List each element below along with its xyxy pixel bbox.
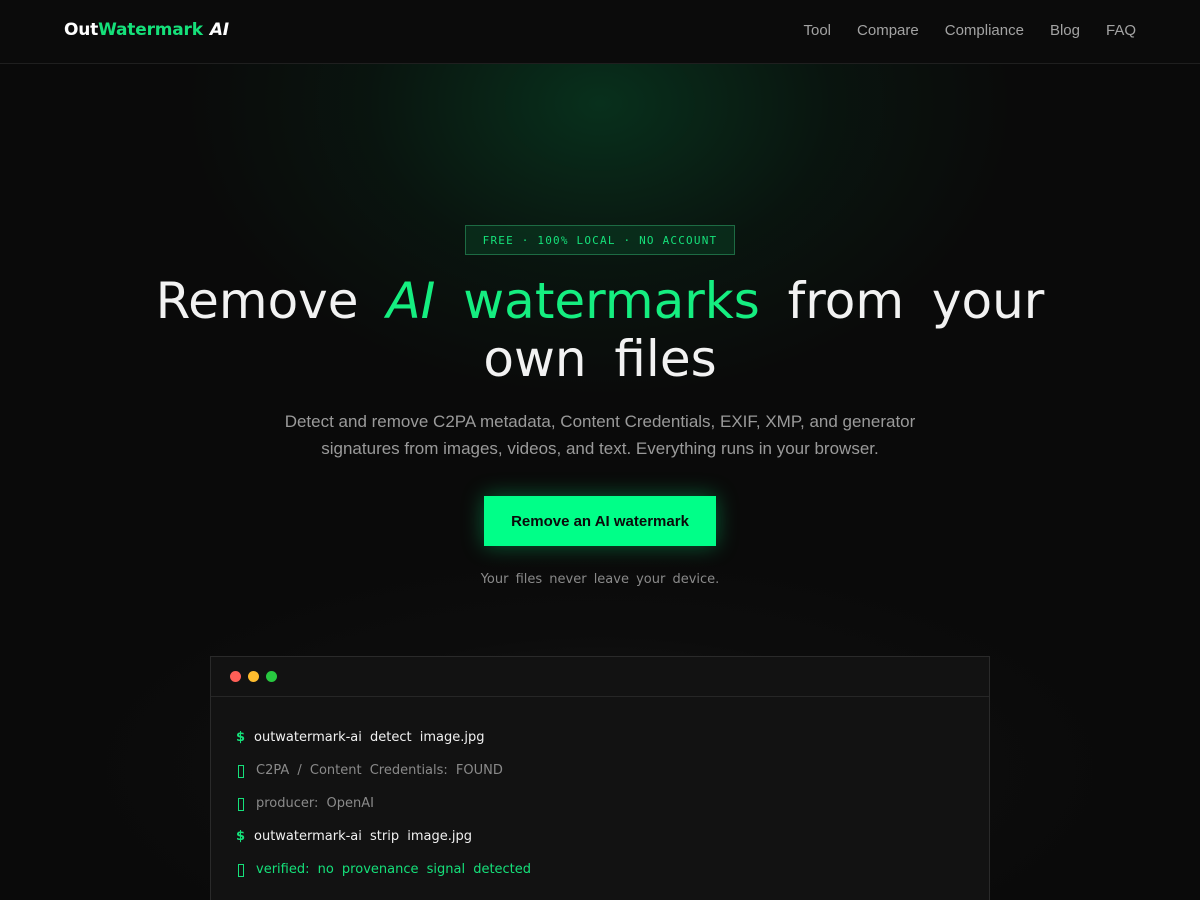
terminal-titlebar bbox=[211, 657, 989, 697]
hero-subtitle: Detect and remove C2PA metadata, Content… bbox=[284, 412, 916, 458]
nav-link-blog[interactable]: Blog bbox=[1050, 22, 1080, 39]
logo-text-ai: AI bbox=[209, 20, 229, 40]
site-logo[interactable]: OutWatermark AI bbox=[64, 20, 229, 40]
site-header: OutWatermark AI Tool Compare Compliance B… bbox=[0, 0, 1200, 64]
hero-title-highlight-ai: AI bbox=[386, 272, 436, 330]
nav-link-tool[interactable]: Tool bbox=[804, 22, 832, 39]
terminal-line: verified: no provenance signal detected bbox=[236, 862, 989, 895]
hero-title-part1: Remove bbox=[155, 272, 387, 330]
terminal-line-text: outwatermark-ai strip image.jpg bbox=[254, 829, 472, 844]
minimize-dot-icon bbox=[248, 671, 259, 682]
terminal-line: producer: OpenAI bbox=[236, 796, 989, 829]
terminal-line-text: outwatermark-ai detect image.jpg bbox=[254, 730, 485, 745]
nav-link-compare[interactable]: Compare bbox=[857, 22, 919, 39]
hero-title-highlight: AI watermarks bbox=[386, 272, 759, 330]
terminal-line-text: verified: no provenance signal detected bbox=[256, 862, 532, 877]
maximize-dot-icon bbox=[266, 671, 277, 682]
privacy-note: Your files never leave your device. bbox=[480, 572, 720, 587]
terminal-line: C2PA / Content Credentials: FOUND bbox=[236, 763, 989, 796]
main-nav: Tool Compare Compliance Blog FAQ bbox=[804, 22, 1137, 39]
feature-badge: FREE · 100% LOCAL · NO ACCOUNT bbox=[465, 225, 735, 255]
logo-text-out: Out bbox=[64, 20, 99, 40]
prompt-icon: $ bbox=[236, 829, 246, 844]
terminal-window: $ outwatermark-ai detect image.jpg C2PA … bbox=[210, 656, 990, 900]
close-dot-icon bbox=[230, 671, 241, 682]
terminal-line: $ outwatermark-ai strip image.jpg bbox=[236, 829, 989, 862]
prompt-icon: $ bbox=[236, 730, 246, 745]
output-marker-icon bbox=[238, 798, 244, 811]
output-marker-icon bbox=[238, 864, 244, 877]
nav-link-faq[interactable]: FAQ bbox=[1106, 22, 1136, 39]
output-marker-icon bbox=[238, 765, 244, 778]
terminal-line: $ outwatermark-ai detect image.jpg bbox=[236, 730, 989, 763]
hero-title-highlight-rest: watermarks bbox=[435, 272, 760, 330]
logo-text-watermark: Watermark bbox=[98, 20, 203, 40]
terminal-line-text: C2PA / Content Credentials: FOUND bbox=[256, 763, 503, 778]
nav-link-compliance[interactable]: Compliance bbox=[945, 22, 1024, 39]
terminal-line-text: producer: OpenAI bbox=[256, 796, 374, 811]
terminal-body: $ outwatermark-ai detect image.jpg C2PA … bbox=[211, 697, 989, 895]
remove-watermark-button[interactable]: Remove an AI watermark bbox=[484, 496, 716, 546]
hero-title: Remove AI watermarks from your own files bbox=[100, 272, 1100, 388]
